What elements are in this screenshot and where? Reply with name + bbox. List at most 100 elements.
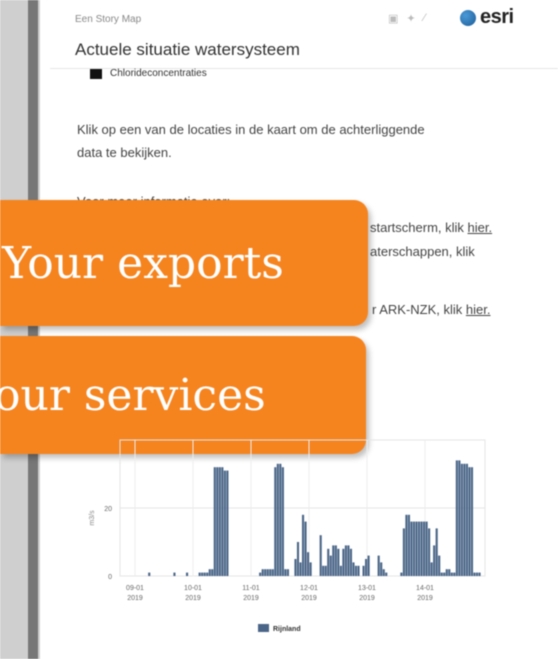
x-tick-label: 11-01 xyxy=(242,585,259,592)
chart-bar xyxy=(425,521,428,576)
chart-bar xyxy=(405,514,408,576)
chart-bar xyxy=(417,521,421,576)
x-tick-label: 14-01 xyxy=(416,585,434,592)
chart-bar xyxy=(420,521,423,576)
your-exports-button[interactable]: Your exports xyxy=(0,200,368,326)
y-axis-label: m3/s xyxy=(89,510,96,526)
chart-bar xyxy=(185,572,189,576)
chart-bar xyxy=(430,562,433,576)
chart-bar xyxy=(281,467,284,576)
chart-bar xyxy=(322,565,325,576)
intro-line-1: Klik op een van de locaties in de kaart … xyxy=(77,122,425,137)
chart-bar xyxy=(415,521,418,576)
twitter-icon[interactable]: ✦ xyxy=(406,12,415,25)
chart-bar xyxy=(412,521,416,576)
chart-bar xyxy=(294,559,297,576)
chart-bar xyxy=(367,555,370,576)
legend-chloride: Chlorideconcentraties xyxy=(90,68,207,79)
chart-bar xyxy=(400,572,403,576)
chart-bar xyxy=(269,569,272,576)
chart-bar xyxy=(352,562,355,576)
chart-bar xyxy=(296,542,300,576)
x-tick-year: 2019 xyxy=(243,595,259,602)
chart-bar xyxy=(337,548,340,576)
discharge-chart: 0 20 m3/s 09-01 2019 10-01 2019 11-01 2019 12-01 2… xyxy=(89,439,486,633)
chart-bar xyxy=(304,521,307,576)
logo-text: esri xyxy=(480,6,514,28)
ark-nzk-link[interactable]: hier. xyxy=(466,302,491,317)
chart-bar xyxy=(460,463,463,576)
chart-bar xyxy=(203,572,206,576)
x-tick-year: 2019 xyxy=(359,595,375,602)
chart-bar xyxy=(433,545,436,576)
share-icons: ▣ ✦ ⁄ xyxy=(388,12,425,25)
facebook-icon[interactable]: ▣ xyxy=(388,12,398,25)
info-line-c-text: r ARK-NZK, klik xyxy=(372,302,466,317)
chart-bar xyxy=(276,463,279,576)
chart-bar xyxy=(468,467,471,576)
chart-bar xyxy=(299,562,302,576)
chart-bar xyxy=(385,572,388,576)
chart-bar xyxy=(475,572,479,576)
x-tick-label: 13-01 xyxy=(358,585,376,592)
chart-bar xyxy=(470,467,474,576)
chart-bar xyxy=(438,555,441,576)
chart-bar xyxy=(365,559,368,576)
chart-bar xyxy=(226,470,229,576)
chart-bar xyxy=(473,572,476,576)
chart-bar xyxy=(410,521,413,576)
chart-bar xyxy=(354,565,358,576)
legend-label: Chlorideconcentraties xyxy=(110,68,207,79)
legend-swatch-rijnland xyxy=(258,624,269,632)
chart-bar xyxy=(380,562,383,576)
y-tick-label: 20 xyxy=(104,506,112,513)
chart-bar xyxy=(324,565,327,576)
chart-bar xyxy=(264,569,267,576)
chart-bar xyxy=(271,569,274,576)
chart-bar xyxy=(339,565,342,576)
info-line-a: startscherm, klik hier. xyxy=(370,216,492,239)
chart-bar xyxy=(344,545,347,576)
chart-bar xyxy=(453,572,456,576)
left-scrollbar[interactable] xyxy=(28,0,38,659)
chart-bar xyxy=(342,548,345,576)
story-map-label: Een Story Map xyxy=(75,14,142,25)
chart-bar xyxy=(286,569,289,576)
story-map-header: Een Story Map Actuele situatie watersyst… xyxy=(50,0,558,69)
chart-axes: 0 20 m3/s 09-01 2019 10-01 2019 11-01 2019 12-01 2… xyxy=(89,506,434,633)
chart-bar xyxy=(279,463,282,576)
chart-bar xyxy=(173,572,176,576)
chart-bar xyxy=(402,528,405,576)
chart-bar xyxy=(445,569,448,576)
your-services-label: our services xyxy=(0,369,266,421)
start-screen-link[interactable]: hier. xyxy=(468,220,493,235)
chart-bar xyxy=(216,467,219,576)
chart-bar xyxy=(284,569,287,576)
chart-bar xyxy=(259,572,262,576)
chart-bar xyxy=(332,545,335,576)
chart-bar xyxy=(382,569,385,576)
chart-bar xyxy=(319,535,322,576)
chart-bar xyxy=(423,521,426,576)
legend-label-rijnland: Rijnland xyxy=(273,626,301,633)
x-tick-label: 10-01 xyxy=(184,585,202,592)
chart-bar xyxy=(223,470,226,576)
chart-bar xyxy=(450,572,453,576)
your-exports-label: Your exports xyxy=(2,237,284,289)
chart-bar xyxy=(206,572,209,576)
legend-swatch xyxy=(90,68,102,79)
intro-line-2: data te bekijken. xyxy=(77,145,172,160)
chart-bar xyxy=(465,463,468,576)
chart-bar xyxy=(463,463,466,576)
chart-bar xyxy=(440,572,443,576)
globe-icon xyxy=(460,9,476,26)
chart-bar xyxy=(327,548,330,576)
chart-bar xyxy=(435,528,438,576)
esri-logo[interactable]: esri xyxy=(460,6,514,29)
page-title: Actuele situatie watersysteem xyxy=(75,40,300,59)
x-tick-year: 2019 xyxy=(417,595,433,602)
chart-bar xyxy=(266,569,269,576)
chart-bar xyxy=(428,528,431,576)
chart-bar xyxy=(362,565,365,576)
link-icon[interactable]: ⁄ xyxy=(424,12,426,25)
